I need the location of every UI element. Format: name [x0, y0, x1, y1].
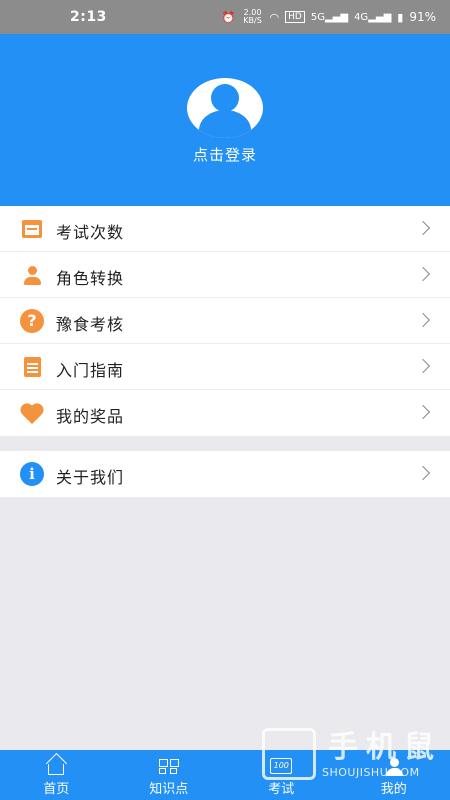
network-speed: 2.00 KB/S	[243, 8, 262, 25]
menu-item-label: 入门指南	[56, 361, 125, 380]
status-icons: ⏰ 2.00 KB/S ◠ HD 5G▂▄▆ 4G▂▄▆ ▮ 91%	[222, 9, 436, 25]
menu-group-main: 考试次数 角色转换 ? 豫食考核 入门指南 我的奖品	[0, 206, 450, 436]
avatar[interactable]	[187, 78, 263, 138]
menu-item-label: 考试次数	[56, 223, 125, 242]
menu-item-role-switch[interactable]: 角色转换	[0, 252, 450, 298]
menu-group-about: i 关于我们	[0, 451, 450, 497]
status-bar: 2:13 ⏰ 2.00 KB/S ◠ HD 5G▂▄▆ 4G▂▄▆ ▮ 91%	[0, 0, 450, 34]
chevron-right-icon	[415, 404, 431, 420]
watermark-text-cn: 手机鼠	[328, 730, 442, 765]
watermark-text-en: SHOUJISHU.COM	[322, 766, 420, 779]
person-icon	[22, 264, 42, 286]
chevron-right-icon	[415, 465, 431, 481]
profile-header: 点击登录	[0, 34, 450, 206]
signal-4g-icon: 4G▂▄▆	[354, 11, 392, 23]
menu-item-label: 我的奖品	[56, 407, 125, 426]
hd-icon: HD	[285, 11, 305, 23]
battery-level: 91%	[409, 10, 436, 24]
menu-item-exam-count[interactable]: 考试次数	[0, 206, 450, 252]
menu-item-guide[interactable]: 入门指南	[0, 344, 450, 390]
battery-icon: ▮	[397, 10, 404, 24]
info-icon: i	[20, 462, 44, 486]
login-link[interactable]: 点击登录	[0, 144, 450, 165]
menu-item-food-assessment[interactable]: ? 豫食考核	[0, 298, 450, 344]
tab-knowledge[interactable]: 知识点	[113, 750, 226, 800]
chevron-right-icon	[415, 266, 431, 282]
menu-item-label: 关于我们	[56, 468, 125, 487]
tab-label: 知识点	[149, 782, 189, 797]
menu-item-about-us[interactable]: i 关于我们	[0, 451, 450, 497]
menu-item-label: 角色转换	[56, 269, 125, 288]
menu-item-label: 豫食考核	[56, 315, 125, 334]
tab-home[interactable]: 首页	[0, 750, 113, 800]
watermark: 手机鼠 SHOUJISHU.COM	[262, 722, 442, 786]
avatar-body-shape	[199, 110, 251, 138]
chevron-right-icon	[415, 358, 431, 374]
status-time: 2:13	[70, 9, 107, 25]
heart-icon	[20, 402, 44, 424]
watermark-logo-icon	[262, 728, 316, 780]
chevron-right-icon	[415, 220, 431, 236]
calendar-icon	[22, 220, 42, 238]
question-icon: ?	[20, 309, 44, 333]
grid-icon	[158, 758, 179, 776]
avatar-head-shape	[211, 84, 239, 112]
document-icon	[24, 357, 41, 377]
menu-item-prizes[interactable]: 我的奖品	[0, 390, 450, 436]
wifi-icon: ◠	[269, 10, 280, 24]
chevron-right-icon	[415, 312, 431, 328]
home-icon	[48, 764, 65, 775]
alarm-icon: ⏰	[221, 10, 236, 24]
signal-5g-icon: 5G▂▄▆	[310, 11, 349, 23]
tab-label: 首页	[43, 782, 70, 797]
